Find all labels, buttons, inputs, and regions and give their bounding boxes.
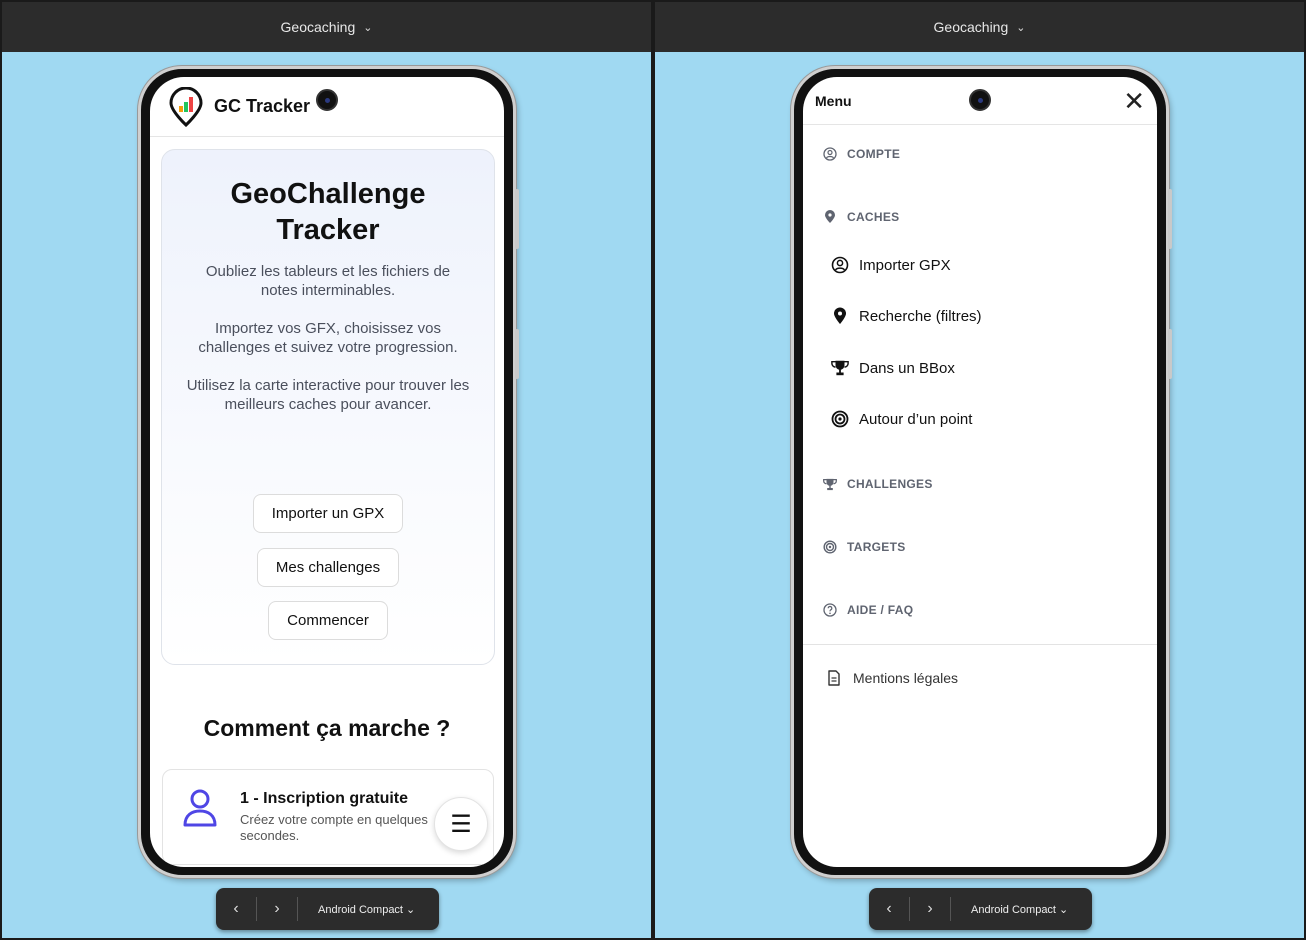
menu-item-import-gpx[interactable]: Importer GPX bbox=[831, 256, 951, 274]
device-toolbar: ‹ › Android Compact ⌄ bbox=[216, 888, 439, 930]
front-camera bbox=[969, 89, 991, 111]
left-preview-frame: Geocaching ⌄ GC Tracker GeoChallenge Tra… bbox=[0, 0, 653, 940]
close-icon[interactable]: ✕ bbox=[1123, 88, 1145, 114]
side-button bbox=[1168, 329, 1172, 379]
menu-fab-button[interactable]: ☰ bbox=[434, 797, 488, 851]
front-camera bbox=[316, 89, 338, 111]
section-label: CHALLENGES bbox=[847, 477, 933, 491]
menu-item-label: Importer GPX bbox=[859, 256, 951, 274]
menu-divider bbox=[803, 644, 1157, 645]
device-name: Android Compact bbox=[318, 903, 403, 916]
hero-title-line1: GeoChallenge bbox=[230, 178, 426, 210]
gc-logo-icon[interactable] bbox=[168, 86, 204, 127]
phone-mockup: Menu ✕ COMPTE CACHES Importer GPX Recher… bbox=[791, 66, 1172, 878]
project-name: Geocaching bbox=[280, 19, 356, 35]
hero-paragraph-1: Oubliez les tableurs et les fichiers de … bbox=[205, 263, 451, 299]
divider bbox=[950, 897, 951, 921]
project-selector[interactable]: Geocaching ⌄ bbox=[2, 2, 651, 52]
menu-section-aide[interactable]: AIDE / FAQ bbox=[823, 603, 913, 617]
how-it-works-title: Comment ça marche ? bbox=[203, 715, 451, 741]
forward-button[interactable]: › bbox=[257, 900, 297, 918]
menu-item-search-filters[interactable]: Recherche (filtres) bbox=[831, 307, 982, 325]
menu-item-label: Autour d’un point bbox=[859, 410, 973, 428]
side-button bbox=[1168, 189, 1172, 249]
user-icon bbox=[181, 788, 219, 833]
hamburger-icon: ☰ bbox=[450, 810, 472, 838]
back-button[interactable]: ‹ bbox=[869, 900, 909, 918]
section-label: COMPTE bbox=[847, 147, 901, 161]
menu-item-label: Dans un BBox bbox=[859, 359, 955, 377]
preview-stage: GC Tracker GeoChallenge Tracker Oubliez … bbox=[2, 52, 651, 938]
my-challenges-button[interactable]: Mes challenges bbox=[256, 548, 400, 587]
forward-button[interactable]: › bbox=[910, 900, 950, 918]
document-icon bbox=[825, 669, 843, 687]
phone-screen: GC Tracker GeoChallenge Tracker Oubliez … bbox=[150, 77, 504, 867]
map-pin-icon bbox=[831, 307, 849, 325]
device-selector[interactable]: Android Compact ⌄ bbox=[318, 903, 415, 916]
map-pin-icon bbox=[823, 210, 837, 224]
phone-screen: Menu ✕ COMPTE CACHES Importer GPX Recher… bbox=[803, 77, 1157, 867]
project-selector[interactable]: Geocaching ⌄ bbox=[655, 2, 1304, 52]
trophy-icon bbox=[823, 477, 837, 491]
menu-item-bbox[interactable]: Dans un BBox bbox=[831, 359, 955, 377]
target-icon bbox=[823, 540, 837, 554]
help-circle-icon bbox=[823, 603, 837, 617]
menu-item-around-point[interactable]: Autour d’un point bbox=[831, 410, 972, 428]
device-selector[interactable]: Android Compact ⌄ bbox=[971, 903, 1068, 916]
start-button[interactable]: Commencer bbox=[268, 601, 388, 640]
phone-mockup: GC Tracker GeoChallenge Tracker Oubliez … bbox=[138, 66, 519, 878]
target-icon bbox=[831, 410, 849, 428]
section-label: CACHES bbox=[847, 210, 900, 224]
legal-label: Mentions légales bbox=[853, 670, 959, 686]
hero-title: GeoChallenge Tracker bbox=[162, 176, 494, 248]
legal-notice-link[interactable]: Mentions légales bbox=[825, 669, 958, 687]
menu-section-targets[interactable]: TARGETS bbox=[823, 540, 906, 554]
side-button bbox=[515, 329, 519, 379]
menu-section-caches[interactable]: CACHES bbox=[823, 210, 899, 224]
hero-title-line2: Tracker bbox=[276, 214, 380, 246]
back-button[interactable]: ‹ bbox=[216, 900, 256, 918]
preview-stage: Menu ✕ COMPTE CACHES Importer GPX Recher… bbox=[655, 52, 1304, 938]
user-circle-icon bbox=[831, 256, 849, 274]
project-name: Geocaching bbox=[933, 19, 1009, 35]
side-button bbox=[515, 189, 519, 249]
divider bbox=[297, 897, 298, 921]
section-label: TARGETS bbox=[847, 540, 906, 554]
menu-item-label: Recherche (filtres) bbox=[859, 307, 982, 325]
step-title: 1 - Inscription gratuite bbox=[240, 790, 409, 807]
menu-section-challenges[interactable]: CHALLENGES bbox=[823, 477, 933, 491]
import-gpx-button[interactable]: Importer un GPX bbox=[252, 494, 404, 533]
device-toolbar: ‹ › Android Compact ⌄ bbox=[869, 888, 1092, 930]
right-preview-frame: Geocaching ⌄ Menu ✕ COMPTE CACHES Import… bbox=[653, 0, 1306, 940]
device-name: Android Compact bbox=[971, 903, 1056, 916]
chevron-down-icon: ⌄ bbox=[1016, 21, 1026, 34]
hero-paragraph-2: Importez vos GFX, choisissez vos challen… bbox=[198, 320, 458, 356]
section-label: AIDE / FAQ bbox=[847, 603, 914, 617]
menu-section-compte[interactable]: COMPTE bbox=[823, 147, 900, 161]
user-circle-icon bbox=[823, 147, 837, 161]
chevron-down-icon: ⌄ bbox=[363, 21, 373, 34]
hero-paragraph-3: Utilisez la carte interactive pour trouv… bbox=[186, 377, 470, 413]
hero-card: GeoChallenge Tracker Oubliez les tableur… bbox=[161, 149, 495, 665]
step-description: Créez votre compte en quelques secondes. bbox=[240, 812, 428, 843]
trophy-icon bbox=[831, 359, 849, 377]
app-brand-name[interactable]: GC Tracker bbox=[214, 96, 310, 117]
menu-title: Menu bbox=[815, 92, 852, 109]
